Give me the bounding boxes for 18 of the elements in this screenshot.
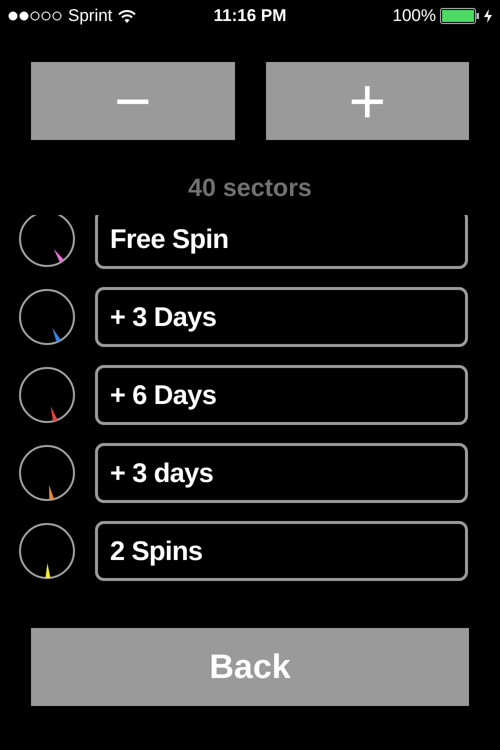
battery-icon (440, 8, 480, 24)
sector-dial-icon (18, 366, 76, 424)
sector-dial-icon (18, 444, 76, 502)
sector-label-field[interactable]: + 3 Days (95, 287, 468, 347)
sector-label-field[interactable]: + 3 days (95, 443, 468, 503)
sector-dial-icon (18, 288, 76, 346)
sector-dial-icon (18, 215, 76, 268)
clock-time: 11:16 PM (214, 6, 286, 25)
sector-label-field[interactable]: Free Spin (95, 215, 468, 269)
battery-percentage: 100% (392, 6, 436, 26)
sector-count: 40 sectors (188, 174, 312, 203)
signal-strength-icon (8, 11, 62, 21)
sector-label-field[interactable]: 2 Spins (95, 521, 468, 581)
sector-dial-icon (18, 522, 76, 580)
wifi-icon (118, 10, 136, 22)
sector-label-field[interactable]: + 6 Days (95, 365, 468, 425)
charging-bolt-icon (484, 9, 492, 23)
carrier-name: Sprint (68, 6, 112, 26)
